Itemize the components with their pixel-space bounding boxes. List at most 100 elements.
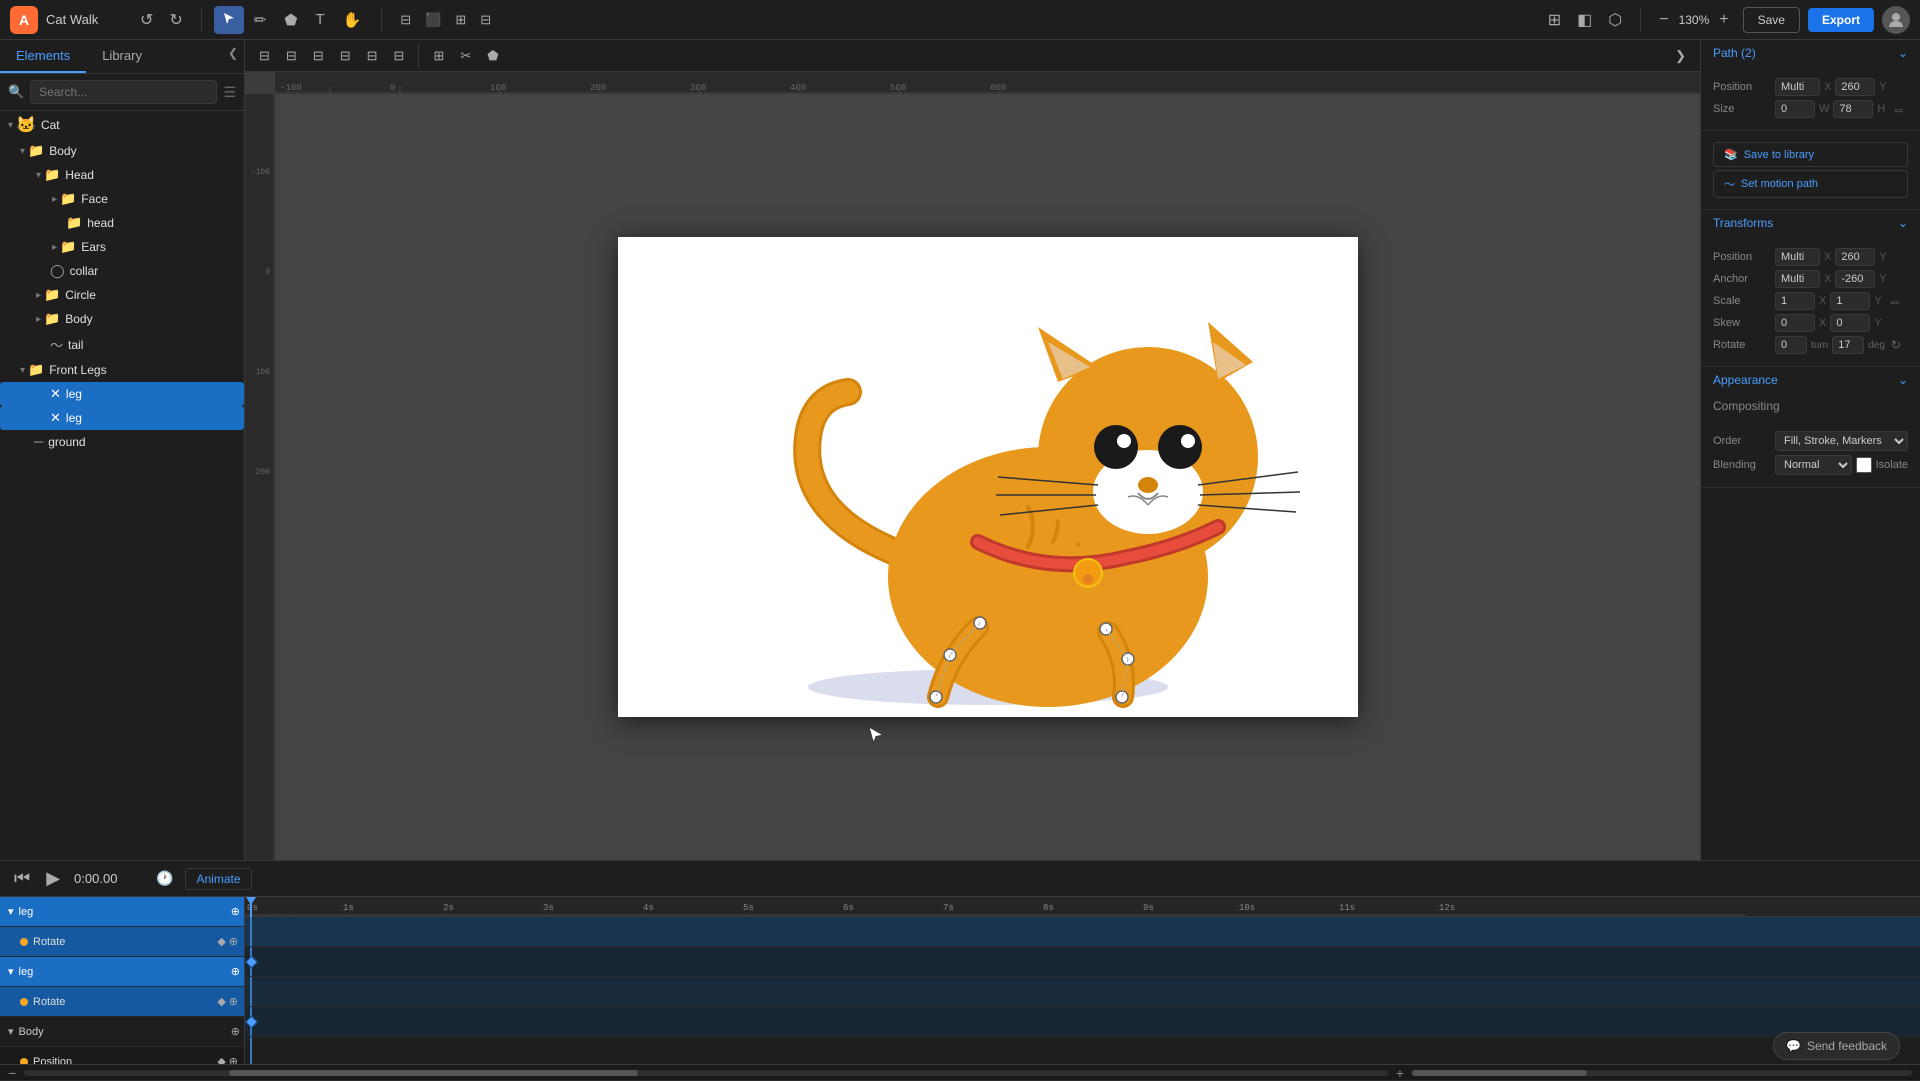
cat-icon: 🐱 xyxy=(16,115,36,135)
redo-button[interactable]: ↻ xyxy=(163,6,188,34)
crop-btn[interactable]: ✂ xyxy=(454,45,477,67)
save-to-library-button[interactable]: 📚 Save to library xyxy=(1713,142,1908,167)
timeline: ⏮ ▶ 0:00.00 🕐 Animate ▾ leg ⊕ Ro xyxy=(0,860,1920,1080)
group-tool[interactable]: ⊞ xyxy=(449,9,472,31)
canvas-wrapper[interactable]: -100 0 100 200 300 400 500 600 xyxy=(245,72,1700,860)
tree-item-leg1[interactable]: ✕ leg xyxy=(0,382,244,406)
svg-text:10s: 10s xyxy=(1239,903,1255,913)
select-tool[interactable] xyxy=(214,6,244,34)
tree-item-ears[interactable]: ▸ 📁 Ears xyxy=(0,235,244,259)
mask-button[interactable]: ◧ xyxy=(1571,6,1598,34)
skew-x[interactable] xyxy=(1775,314,1815,332)
text-tool[interactable]: T xyxy=(307,6,332,33)
trans-pos-y[interactable] xyxy=(1835,248,1875,266)
position-y-input[interactable] xyxy=(1835,78,1875,96)
tree-item-collar[interactable]: ◯ collar xyxy=(0,259,244,283)
compositing-header[interactable]: Compositing xyxy=(1701,393,1920,419)
tab-elements[interactable]: Elements xyxy=(0,40,86,73)
right-scrollbar-track[interactable] xyxy=(1412,1070,1912,1076)
export-button[interactable]: Export xyxy=(1808,8,1874,32)
shape-tool[interactable]: ⬟ xyxy=(276,6,305,34)
rotate-deg[interactable] xyxy=(1832,336,1864,354)
view-button[interactable]: ⬡ xyxy=(1602,6,1628,34)
save-button[interactable]: Save xyxy=(1743,7,1800,33)
scrollbar-thumb[interactable] xyxy=(229,1070,638,1076)
user-avatar[interactable] xyxy=(1882,6,1910,34)
align-center-v[interactable]: ⊟ xyxy=(361,45,384,67)
undo-button[interactable]: ↺ xyxy=(134,6,159,34)
right-scrollbar-thumb[interactable] xyxy=(1412,1070,1587,1076)
timeline-to-start[interactable]: ⏮ xyxy=(12,866,32,891)
scrollbar-track[interactable] xyxy=(24,1070,1388,1076)
tree-item-head[interactable]: ▾ 📁 Head xyxy=(0,163,244,187)
scroll-plus[interactable]: + xyxy=(1396,1065,1404,1081)
anchor-y[interactable] xyxy=(1835,270,1875,288)
align-center-h[interactable]: ⊟ xyxy=(280,45,303,67)
scroll-minus[interactable]: − xyxy=(8,1065,16,1081)
scale-y[interactable] xyxy=(1830,292,1870,310)
transforms-header[interactable]: Transforms ⌄ xyxy=(1701,210,1920,236)
trans-pos-x[interactable] xyxy=(1775,248,1820,266)
ungroup-tool[interactable]: ⊟ xyxy=(474,9,497,31)
hand-tool[interactable]: ✋ xyxy=(335,6,370,34)
scale-x[interactable] xyxy=(1775,292,1815,310)
feedback-button[interactable]: 💬 Send feedback xyxy=(1773,1032,1900,1060)
anchor-x[interactable] xyxy=(1775,270,1820,288)
keyframe-0[interactable] xyxy=(245,955,258,968)
zoom-in[interactable]: + xyxy=(1713,7,1734,33)
node-btn[interactable]: ⬟ xyxy=(481,45,504,67)
tab-library[interactable]: Library xyxy=(86,40,158,73)
list-view-icon[interactable]: ☰ xyxy=(223,84,236,101)
size-h-input[interactable] xyxy=(1833,100,1873,118)
align-top[interactable]: ⊟ xyxy=(334,45,357,67)
pen-tool[interactable]: ✏ xyxy=(246,6,275,34)
align-tool[interactable]: ⊟ xyxy=(394,9,417,31)
tree-item-body-layer[interactable]: ▸ 📁 Body xyxy=(0,307,244,331)
distribute-tool[interactable]: ⬛ xyxy=(419,9,447,31)
leg2-expand-btn[interactable]: ⊕ xyxy=(231,965,240,978)
appearance-header[interactable]: Appearance ⌄ xyxy=(1701,367,1920,393)
clock-icon[interactable]: 🕐 xyxy=(156,870,173,887)
art-canvas[interactable] xyxy=(618,237,1358,717)
path-header[interactable]: Path (2) ⌄ xyxy=(1701,40,1920,66)
svg-text:8s: 8s xyxy=(1043,903,1054,913)
timeline-play[interactable]: ▶ xyxy=(44,866,62,891)
align-bottom[interactable]: ⊟ xyxy=(388,45,411,67)
leg1-expand-btn[interactable]: ⊕ xyxy=(231,905,240,918)
zoom-out[interactable]: − xyxy=(1653,7,1674,33)
position-x-input[interactable] xyxy=(1775,78,1820,96)
keyframe-leg2-0[interactable] xyxy=(245,1015,258,1028)
body-expand-btn[interactable]: ⊕ xyxy=(231,1025,240,1038)
search-input[interactable] xyxy=(30,80,217,104)
expand-body[interactable]: ▾ xyxy=(8,1025,14,1038)
expand-leg1[interactable]: ▾ xyxy=(8,905,14,918)
expand-right[interactable]: ❯ xyxy=(1669,45,1692,67)
tree-item-cat[interactable]: ▾ 🐱 Cat xyxy=(0,111,244,139)
align-right[interactable]: ⊟ xyxy=(307,45,330,67)
collapse-panel-btn[interactable]: ❮ xyxy=(222,40,244,73)
set-motion-path-button[interactable]: 〜 Set motion path xyxy=(1713,170,1908,198)
color-swatch[interactable] xyxy=(1856,457,1872,473)
search-icon: 🔍 xyxy=(8,84,24,100)
expand-leg2[interactable]: ▾ xyxy=(8,965,14,978)
panel-tabs: Elements Library ❮ xyxy=(0,40,244,74)
order-select[interactable]: Fill, Stroke, Markers xyxy=(1775,431,1908,451)
skew-y[interactable] xyxy=(1830,314,1870,332)
size-w-input[interactable] xyxy=(1775,100,1815,118)
tree-item-head-layer[interactable]: 📁 head xyxy=(0,211,244,235)
tree-item-leg2[interactable]: ✕ leg xyxy=(0,406,244,430)
animate-btn[interactable]: Animate xyxy=(185,868,251,890)
tree-item-body-group[interactable]: ▾ 📁 Body xyxy=(0,139,244,163)
grid-button[interactable]: ⊞ xyxy=(1542,6,1567,34)
tree-item-tail[interactable]: 〜 tail xyxy=(0,331,244,358)
rotate-turn[interactable] xyxy=(1775,336,1807,354)
fit-canvas[interactable]: ⊞ xyxy=(427,45,450,67)
app-logo: A xyxy=(10,6,38,34)
tree-item-face[interactable]: ▸ 📁 Face xyxy=(0,187,244,211)
tree-item-circle[interactable]: ▸ 📁 Circle xyxy=(0,283,244,307)
tree-item-ground[interactable]: ─ ground xyxy=(0,430,244,453)
tree-item-front-legs[interactable]: ▾ 📁 Front Legs xyxy=(0,358,244,382)
align-left[interactable]: ⊟ xyxy=(253,45,276,67)
blend-select[interactable]: Normal xyxy=(1775,455,1852,475)
transforms-position-row: Position X Y xyxy=(1713,248,1908,266)
